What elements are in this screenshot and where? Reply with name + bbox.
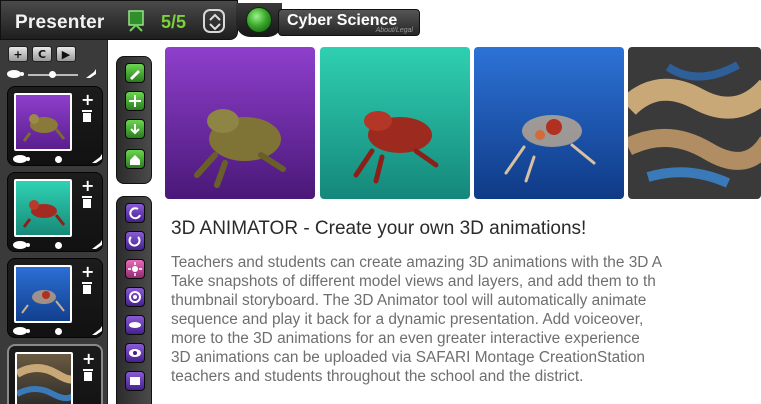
add-after-button[interactable]: + xyxy=(81,264,94,280)
trash-icon[interactable] xyxy=(81,281,93,295)
image-frog-blue xyxy=(474,47,624,199)
explode-button[interactable] xyxy=(125,259,145,279)
globe-icon xyxy=(246,7,272,33)
image-gallery xyxy=(165,47,761,201)
image-frog-purple xyxy=(165,47,315,199)
trash-icon[interactable] xyxy=(81,109,93,123)
slide-speed-slider[interactable] xyxy=(12,153,104,167)
description-text: Teachers and students can create amazing… xyxy=(171,253,761,386)
description-line: more to the 3D animations for an even gr… xyxy=(171,330,640,347)
presenter-panel: Presenter 5/5 xyxy=(0,0,238,40)
chevron-down-icon xyxy=(209,23,221,31)
global-speed-slider[interactable] xyxy=(6,68,98,82)
home-icon xyxy=(130,155,140,165)
storyboard-slide[interactable]: + xyxy=(7,258,103,338)
cyber-science-orb-button[interactable] xyxy=(236,3,282,37)
home-button[interactable] xyxy=(125,149,145,169)
lips-icon xyxy=(129,322,141,328)
layers-button[interactable] xyxy=(125,287,145,307)
about-legal-link[interactable]: About/Legal xyxy=(376,27,413,34)
rabbit-icon xyxy=(92,154,102,163)
clear-button[interactable]: C xyxy=(32,46,52,62)
add-after-button[interactable]: + xyxy=(81,178,94,194)
frog-image xyxy=(320,47,470,199)
explode-icon xyxy=(128,262,142,276)
tool-group-navigation xyxy=(116,56,152,184)
pencil-button[interactable] xyxy=(125,63,145,83)
slide-speed-slider[interactable] xyxy=(12,239,104,253)
description-line: sequence and play it back for a dynamic … xyxy=(171,311,644,328)
rotate-left-icon xyxy=(129,207,141,220)
download-button[interactable] xyxy=(125,119,145,139)
trash-icon[interactable] xyxy=(82,368,94,382)
slide-thumbnail[interactable] xyxy=(15,352,73,404)
slide-flag-icon xyxy=(126,10,146,32)
slide-thumbnail[interactable] xyxy=(14,265,72,323)
layers-icon xyxy=(129,291,141,303)
slide-speed-slider[interactable] xyxy=(12,325,104,339)
add-slide-button[interactable]: + xyxy=(8,46,28,62)
storyboard-slide[interactable]: + xyxy=(7,172,103,252)
section-heading: 3D ANIMATOR - Create your own 3D animati… xyxy=(171,218,587,239)
eye-icon xyxy=(129,349,141,357)
play-button[interactable]: ▶ xyxy=(56,46,76,62)
rotate-down-icon xyxy=(128,236,141,247)
tool-strip xyxy=(116,56,152,404)
storyboard-panel: + C ▶ + + + + xyxy=(0,40,108,404)
image-frog-teal xyxy=(320,47,470,199)
window-icon xyxy=(130,377,140,385)
slide-counter: 5/5 xyxy=(161,12,187,32)
storyboard-slide-selected[interactable]: + xyxy=(7,344,103,404)
rotate-left-button[interactable] xyxy=(125,203,145,223)
frog-image xyxy=(165,47,315,199)
window-button[interactable] xyxy=(125,371,145,391)
frog-image xyxy=(474,47,624,199)
lips-button[interactable] xyxy=(125,315,145,335)
presenter-title: Presenter xyxy=(15,12,105,33)
tool-group-view xyxy=(116,196,152,404)
internal-organs-image xyxy=(628,47,761,199)
storyboard-slide[interactable]: + xyxy=(7,86,103,166)
eye-button[interactable] xyxy=(125,343,145,363)
slide-stepper[interactable] xyxy=(203,9,225,33)
slide-thumbnail[interactable] xyxy=(14,93,72,151)
rotate-down-button[interactable] xyxy=(125,231,145,251)
slide-thumbnail[interactable] xyxy=(14,179,72,237)
download-icon xyxy=(130,124,140,135)
rabbit-icon xyxy=(86,69,96,78)
turtle-icon xyxy=(13,327,30,335)
description-line: 3D animations can be uploaded via SAFARI… xyxy=(171,349,645,366)
description-line: teachers and students throughout the sch… xyxy=(171,368,584,385)
chevron-up-icon xyxy=(209,13,221,21)
pencil-icon xyxy=(130,70,140,80)
turtle-icon xyxy=(13,241,30,249)
trash-icon[interactable] xyxy=(81,195,93,209)
top-bar: Presenter 5/5 Cyber Science About/Legal xyxy=(0,0,420,44)
rabbit-icon xyxy=(92,240,102,249)
image-frog-internal xyxy=(628,47,761,199)
move-icon xyxy=(129,95,141,107)
turtle-icon xyxy=(7,70,24,78)
turtle-icon xyxy=(13,155,30,163)
description-line: thumbnail storyboard. The 3D Animator to… xyxy=(171,292,647,309)
rabbit-icon xyxy=(92,326,102,335)
description-line: Teachers and students can create amazing… xyxy=(171,254,663,271)
cyber-science-menu[interactable]: Cyber Science About/Legal xyxy=(278,9,420,36)
storyboard-toolbar: + C ▶ xyxy=(8,46,76,62)
add-after-button[interactable]: + xyxy=(81,92,94,108)
add-after-button[interactable]: + xyxy=(82,351,95,367)
move-button[interactable] xyxy=(125,91,145,111)
description-line: Take snapshots of different model views … xyxy=(171,273,656,290)
